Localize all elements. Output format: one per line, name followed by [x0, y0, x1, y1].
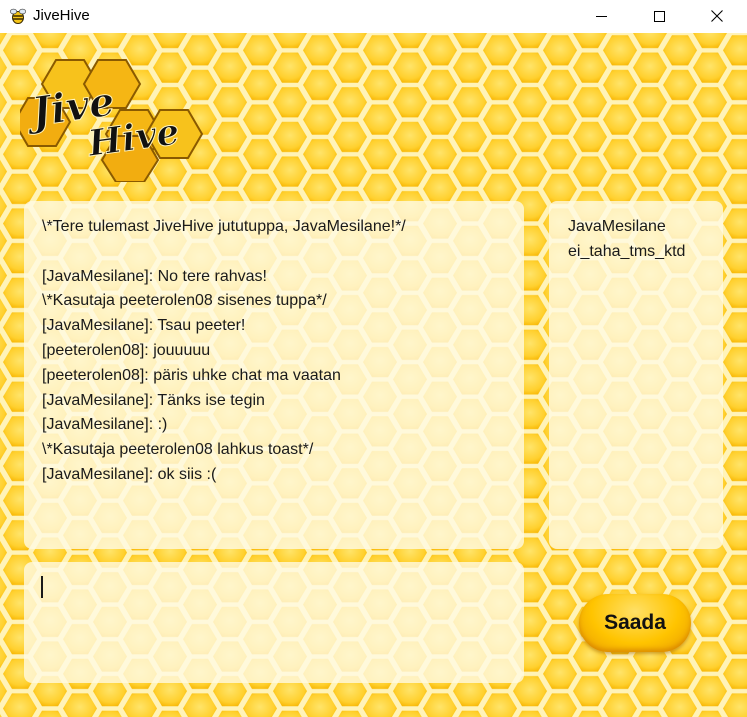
chat-line: \*Tere tulemast JiveHive jututuppa, Java… — [42, 218, 406, 235]
chat-log[interactable]: \*Tere tulemast JiveHive jututuppa, Java… — [24, 201, 524, 549]
chat-line: [peeterolen08]: päris uhke chat ma vaata… — [42, 366, 341, 384]
minimize-button[interactable] — [572, 0, 630, 32]
close-icon — [711, 10, 723, 22]
chat-line: [JavaMesilane]: No tere rahvas! — [42, 267, 267, 285]
user-list[interactable]: JavaMesilane ei_taha_tms_ktd — [549, 201, 723, 549]
user-list-item[interactable]: ei_taha_tms_ktd — [568, 240, 685, 265]
close-button[interactable] — [688, 0, 746, 32]
maximize-icon — [653, 10, 665, 22]
chat-line: [JavaMesilane]: ok siis :( — [42, 465, 217, 483]
chat-line: [peeterolen08]: jouuuuu — [42, 341, 211, 359]
send-button[interactable]: Saada — [579, 594, 691, 652]
online-users: JavaMesilane ei_taha_tms_ktd — [568, 215, 685, 265]
chat-messages: \*Tere tulemast JiveHive jututuppa, Java… — [42, 215, 406, 488]
user-list-item[interactable]: JavaMesilane — [568, 215, 685, 240]
minimize-icon — [595, 15, 607, 17]
text-caret — [41, 576, 43, 598]
chat-window: Jive Hive \*Tere tulemast JiveHive jutut… — [0, 33, 747, 717]
chat-line: [JavaMesilane]: Tsau peeter! — [42, 317, 246, 335]
chat-line: \*Kasutaja peeterolen08 lahkus toast*/ — [42, 441, 314, 459]
chat-line — [42, 240, 406, 265]
maximize-button[interactable] — [630, 0, 688, 32]
message-input[interactable] — [24, 562, 524, 683]
bee-icon — [9, 8, 27, 24]
window-title: JiveHive — [33, 7, 90, 24]
jivehive-logo: Jive Hive — [20, 59, 204, 182]
chat-line: \*Kasutaja peeterolen08 sisenes tuppa*/ — [42, 292, 327, 310]
chat-line: [JavaMesilane]: :) — [42, 416, 168, 434]
chat-line: [JavaMesilane]: Tänks ise tegin — [42, 391, 265, 409]
title-bar: JiveHive — [0, 0, 747, 33]
